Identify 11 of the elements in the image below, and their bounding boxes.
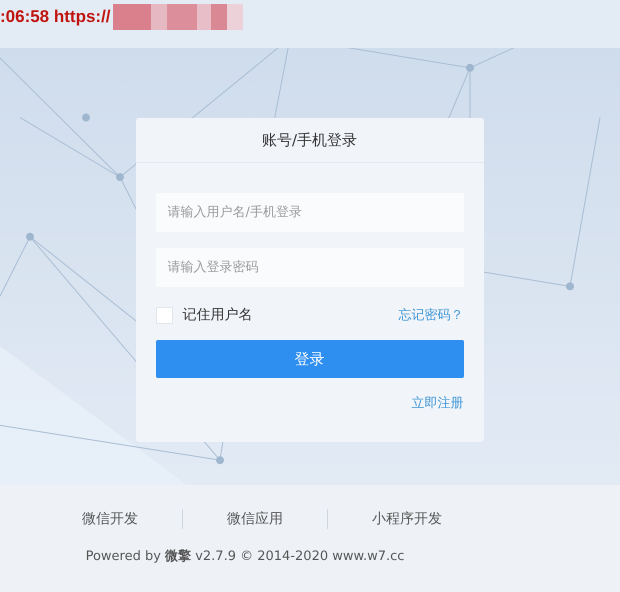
username-field[interactable]: 请输入用户名/手机登录 <box>156 193 464 232</box>
login-title: 账号/手机登录 <box>136 118 484 163</box>
footer-link[interactable]: 微信开发 <box>82 510 138 528</box>
checkbox[interactable] <box>156 306 172 324</box>
login-button[interactable]: 登录 <box>156 340 464 378</box>
copyright-text: Powered by 微擎 v2.7.9 © 2014-2020 www.w7.cc <box>86 548 404 565</box>
remember-label: 记住用户名 <box>182 306 252 324</box>
footer-link[interactable]: 小程序开发 <box>372 510 442 528</box>
password-field[interactable]: 请输入登录密码 <box>156 248 464 287</box>
url-text: :06:58 https:// <box>0 6 111 28</box>
footer-link[interactable]: 微信应用 <box>227 510 283 528</box>
